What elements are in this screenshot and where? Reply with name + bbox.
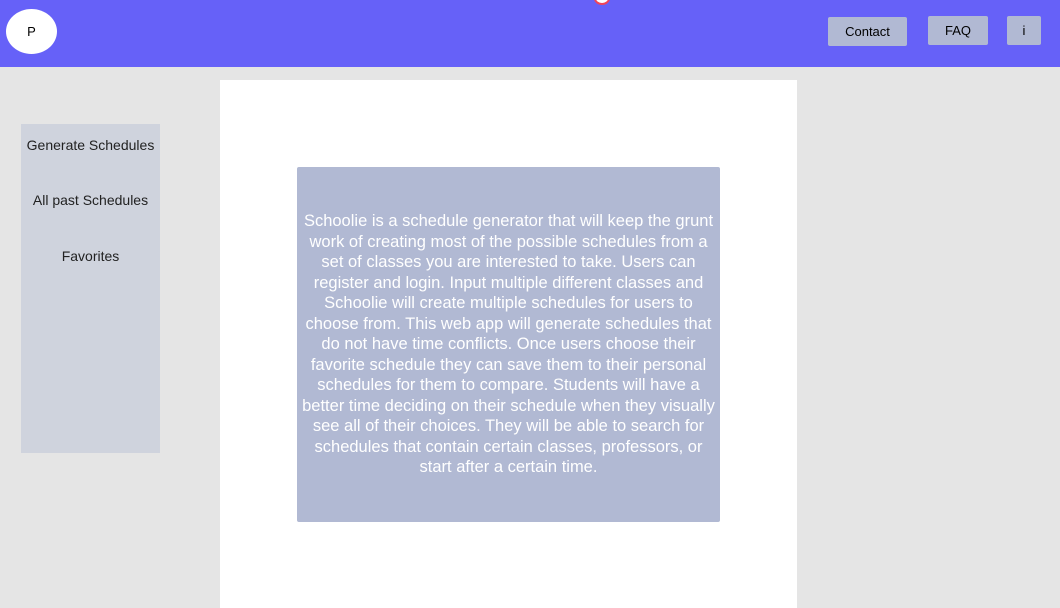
sidebar: Generate Schedules All past Schedules Fa…: [21, 124, 160, 453]
sidebar-item-generate-schedules[interactable]: Generate Schedules: [21, 137, 160, 153]
contact-button[interactable]: Contact: [828, 17, 907, 46]
description-text: Schoolie is a schedule generator that wi…: [302, 212, 715, 477]
description-card: Schoolie is a schedule generator that wi…: [297, 167, 720, 522]
top-indicator-icon: [594, 0, 610, 5]
info-button[interactable]: i: [1007, 16, 1041, 45]
logo-avatar[interactable]: P: [6, 9, 57, 54]
logo-label: P: [27, 24, 36, 39]
sidebar-item-favorites[interactable]: Favorites: [21, 248, 160, 264]
top-navbar: P Contact FAQ i: [0, 0, 1060, 67]
sidebar-item-all-past-schedules[interactable]: All past Schedules: [21, 192, 160, 208]
page: P Contact FAQ i Generate Schedules All p…: [0, 0, 1060, 608]
main-content: Schoolie is a schedule generator that wi…: [220, 80, 797, 608]
faq-button[interactable]: FAQ: [928, 16, 988, 45]
